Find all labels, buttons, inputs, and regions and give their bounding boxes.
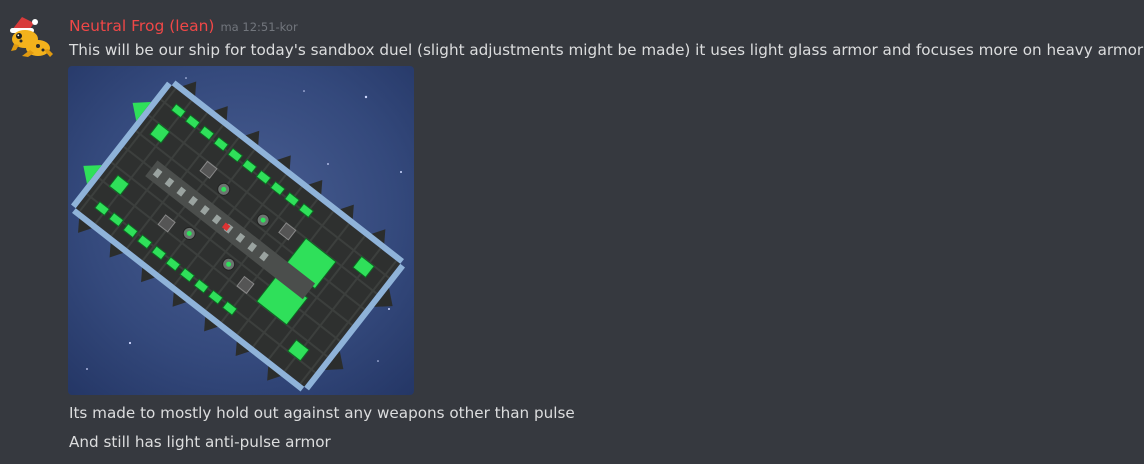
image-attachment[interactable] — [68, 66, 414, 395]
message-text: And still has light anti-pulse armor — [69, 433, 331, 451]
timestamp: ma 12:51-kor — [220, 20, 298, 34]
message-text: This will be our ship for today's sandbo… — [69, 41, 1144, 59]
username[interactable]: Neutral Frog (lean) — [69, 17, 214, 35]
message-text: Its made to mostly hold out against any … — [69, 404, 575, 422]
message-header: Neutral Frog (lean) ma 12:51-kor — [69, 15, 298, 38]
frog-santa-hat-icon — [10, 17, 53, 57]
avatar[interactable] — [8, 14, 54, 60]
chat-message: Neutral Frog (lean) ma 12:51-kor This wil… — [0, 0, 1144, 464]
spaceship-image — [68, 66, 414, 395]
